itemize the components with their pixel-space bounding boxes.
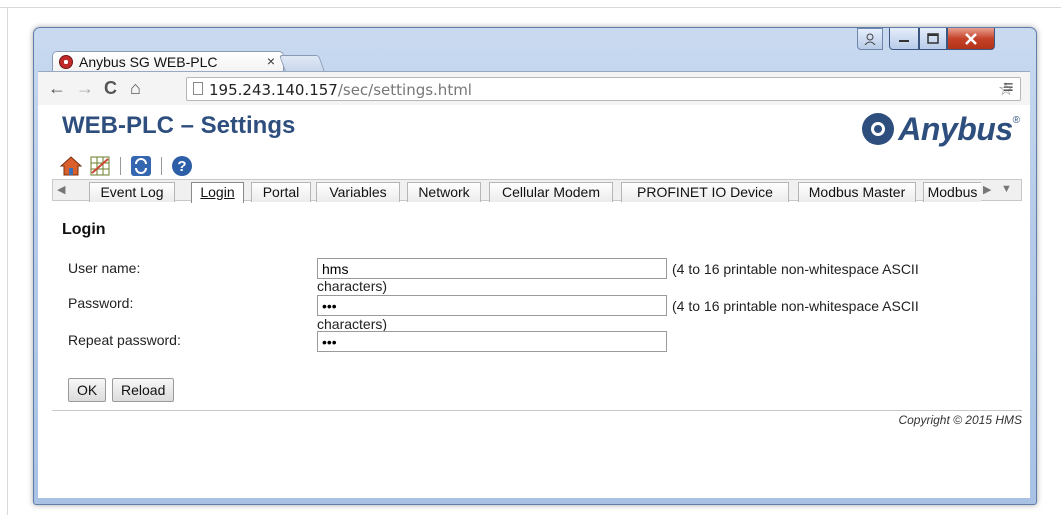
page-icon: [193, 82, 203, 95]
repeat-password-label: Repeat password:: [68, 332, 181, 348]
tabs-dropdown-icon[interactable]: ▼: [1001, 183, 1012, 195]
favicon-icon: [59, 55, 73, 69]
toolbar-separator: [120, 157, 121, 175]
home-icon[interactable]: ⌂: [130, 79, 141, 97]
menu-icon[interactable]: ≡: [1003, 77, 1014, 98]
tabs-scroll-left-icon[interactable]: ◀: [57, 183, 65, 196]
reload-button[interactable]: Reload: [112, 378, 175, 402]
tab-close-icon[interactable]: ×: [267, 53, 275, 69]
tab-modbus[interactable]: Modbus: [923, 182, 981, 202]
copyright-text: Copyright © 2015 HMS: [898, 413, 1022, 427]
close-window-button[interactable]: [947, 28, 995, 50]
password-hint-cont: characters): [317, 316, 388, 332]
browser-tab-title: Anybus SG WEB-PLC: [79, 54, 218, 70]
tab-event-log[interactable]: Event Log: [89, 182, 175, 202]
tab-strip: Anybus SG WEB-PLC ×: [34, 28, 1036, 72]
back-icon[interactable]: ←: [48, 79, 66, 97]
address-text: 195.243.140.157/sec/settings.html: [209, 81, 472, 99]
maximize-button[interactable]: [919, 28, 947, 50]
tab-login[interactable]: Login: [191, 182, 244, 203]
username-hint: (4 to 16 printable non-whitespace ASCII: [672, 261, 919, 277]
toolbar-separator: [161, 157, 162, 175]
password-label: Password:: [68, 295, 134, 311]
tab-cellular-modem[interactable]: Cellular Modem: [489, 182, 613, 202]
footer-divider: [52, 410, 1022, 411]
minimize-button[interactable]: [889, 28, 919, 50]
password-hint: (4 to 16 printable non-whitespace ASCII: [672, 298, 919, 314]
password-input[interactable]: [317, 295, 667, 316]
tab-variables[interactable]: Variables: [316, 182, 400, 202]
tab-network[interactable]: Network: [407, 182, 481, 202]
home-icon[interactable]: [60, 155, 82, 177]
address-bar[interactable]: 195.243.140.157/sec/settings.html ☆: [186, 77, 1021, 101]
username-input[interactable]: [317, 258, 667, 279]
logo-registered: ®: [1012, 115, 1020, 126]
browser-toolbar: ← → C ⌂ 195.243.140.157/sec/settings.htm…: [38, 71, 1030, 106]
minimize-icon: [899, 39, 909, 42]
tab-modbus-master[interactable]: Modbus Master: [798, 182, 916, 202]
browser-tab[interactable]: Anybus SG WEB-PLC ×: [52, 51, 284, 71]
browser-window: Anybus SG WEB-PLC × ← → C ⌂ 195.243.140.…: [33, 27, 1037, 505]
username-label: User name:: [68, 260, 141, 276]
page-toolbar: ?: [60, 154, 200, 178]
refresh-icon[interactable]: [130, 155, 152, 177]
ok-button[interactable]: OK: [68, 378, 107, 402]
close-icon: [965, 32, 977, 45]
tabs-scroll-right-icon[interactable]: ▶: [983, 183, 991, 196]
tab-portal[interactable]: Portal: [251, 182, 311, 202]
repeat-password-input[interactable]: [317, 331, 667, 352]
help-icon[interactable]: ?: [171, 155, 193, 177]
settings-tabs: ◀ Event Log Login Portal Variables Netwo…: [52, 179, 1022, 203]
user-profile-button[interactable]: [857, 28, 883, 50]
forward-icon[interactable]: →: [76, 79, 94, 97]
grid-chart-icon[interactable]: [89, 155, 111, 177]
page-title: WEB-PLC – Settings: [62, 112, 296, 139]
new-tab-button[interactable]: [278, 55, 326, 72]
anybus-logo-icon: [862, 113, 895, 145]
page-content: WEB-PLC – Settings Anybus ® ? ◀ Event Lo…: [38, 105, 1030, 498]
section-title: Login: [62, 221, 106, 238]
maximize-icon: [927, 33, 939, 44]
svg-text:?: ?: [177, 158, 186, 175]
page-frame-left: [7, 7, 8, 515]
address-path: /sec/settings.html: [337, 81, 472, 99]
address-host: 195.243.140.157: [209, 81, 338, 99]
user-icon: [864, 33, 876, 45]
reload-icon[interactable]: C: [104, 79, 117, 97]
username-hint-cont: characters): [317, 278, 388, 294]
tab-profinet-io-device[interactable]: PROFINET IO Device: [621, 182, 789, 202]
anybus-logo: Anybus ®: [862, 109, 1020, 149]
page-frame-top: [0, 7, 1061, 8]
logo-text: Anybus: [898, 110, 1013, 147]
